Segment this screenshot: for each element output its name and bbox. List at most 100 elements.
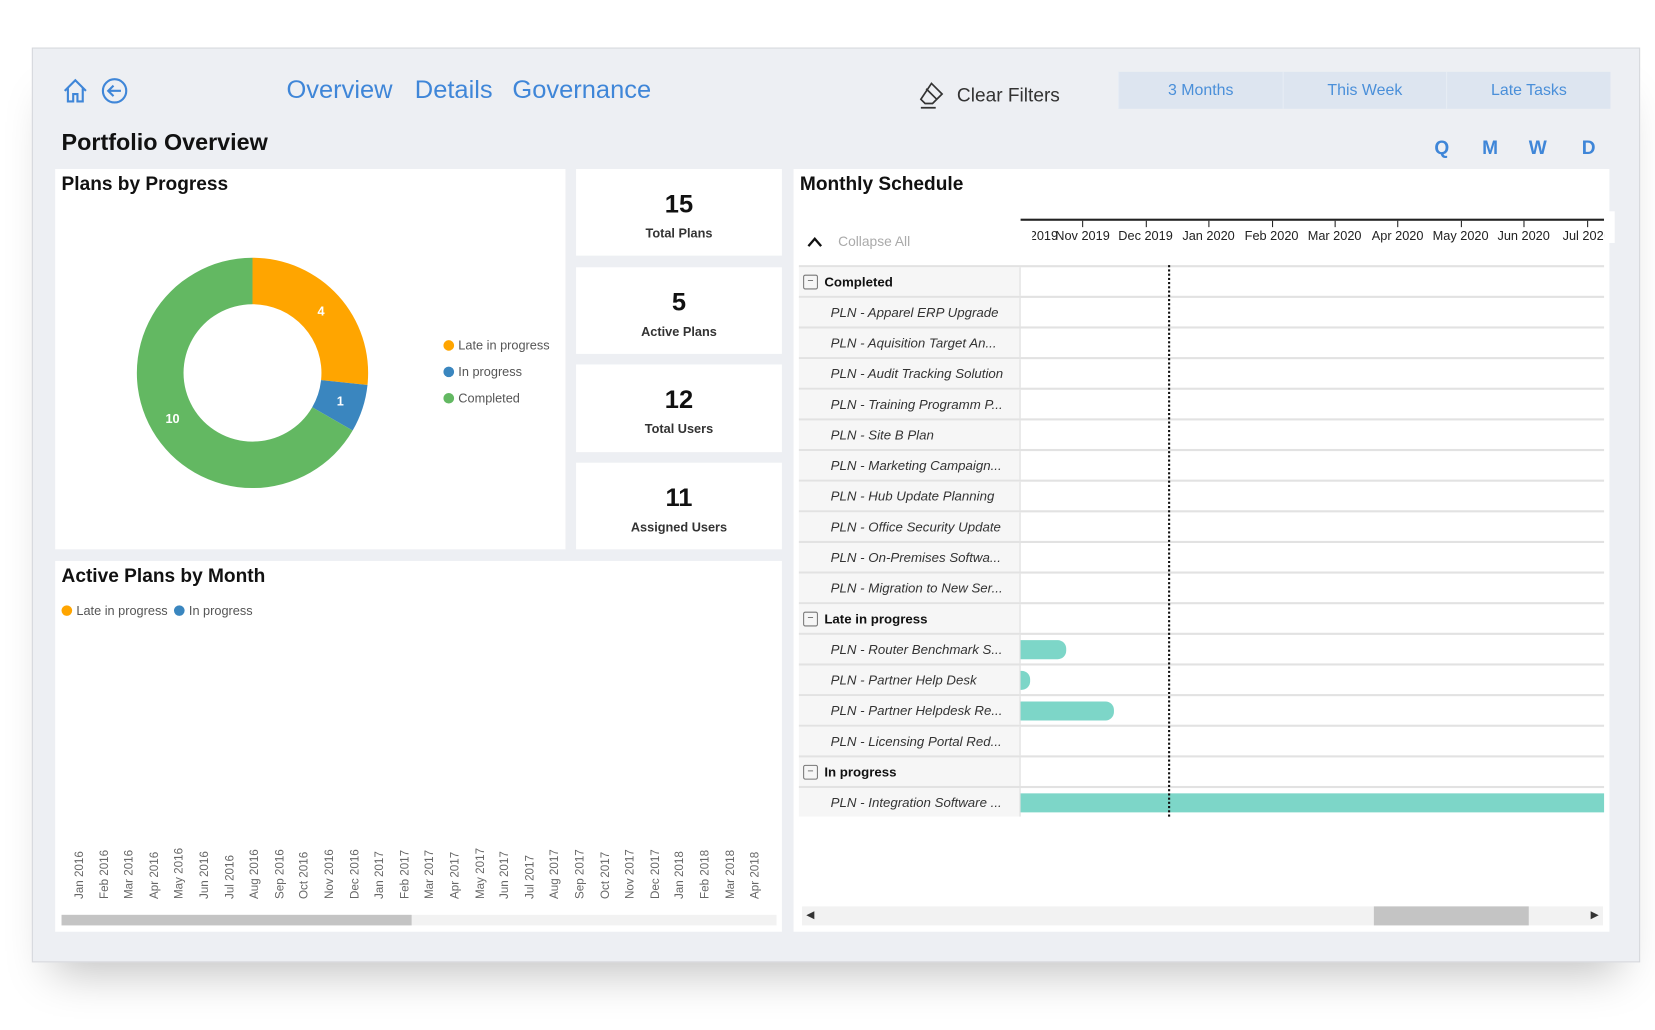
task-bar[interactable] xyxy=(1020,793,1605,813)
task-name[interactable]: PLN - Aquisition Target An... xyxy=(798,328,1021,358)
nav-overview[interactable]: Overview xyxy=(286,76,392,106)
month-tick-label: Mar 2018 xyxy=(724,849,737,899)
kpi-total-users: 12 Total Users xyxy=(576,364,782,453)
gantt-task-row[interactable]: PLN - Licensing Portal Red... xyxy=(798,724,1605,756)
task-name[interactable]: PLN - Partner Help Desk xyxy=(798,665,1021,695)
gantt-group-row: − Completed xyxy=(798,265,1605,296)
gantt-task-row[interactable]: PLN - Partner Help Desk xyxy=(798,663,1605,695)
gantt-group-row: − Late in progress xyxy=(798,602,1605,633)
task-name[interactable]: PLN - Site B Plan xyxy=(798,420,1021,449)
task-bar[interactable] xyxy=(1020,670,1030,690)
month-tick-label: Aug 2017 xyxy=(548,849,562,899)
collapse-group-icon[interactable]: − xyxy=(803,274,818,289)
clear-filters-label: Clear Filters xyxy=(956,83,1060,106)
month-tick-label: Sep 2017 xyxy=(573,849,587,899)
gantt-task-row[interactable]: PLN - On-Premises Softwa... xyxy=(798,540,1605,572)
kpi-active-plans: 5 Active Plans xyxy=(576,267,782,354)
gantt-task-row[interactable]: PLN - Integration Software ... xyxy=(798,785,1605,817)
zoom-week[interactable]: W xyxy=(1529,137,1547,159)
task-name[interactable]: PLN - Marketing Campaign... xyxy=(798,451,1021,480)
month-tick-label: Apr 2017 xyxy=(448,851,462,899)
group-label[interactable]: − Completed xyxy=(798,267,1021,296)
filter-late-tasks[interactable]: Late Tasks xyxy=(1446,71,1610,109)
month-tick-label: Nov 2017 xyxy=(624,849,637,899)
task-name[interactable]: PLN - Integration Software ... xyxy=(798,788,1021,817)
month-tick-label: Jan 2017 xyxy=(373,851,387,899)
task-name[interactable]: PLN - On-Premises Softwa... xyxy=(798,542,1021,572)
chevron-up-icon xyxy=(807,236,823,247)
gantt-task-row[interactable]: PLN - Apparel ERP Upgrade xyxy=(798,295,1605,327)
active-plans-by-month-panel: Active Plans by Month Late in progress I… xyxy=(55,560,782,932)
gantt-horizontal-scrollbar[interactable]: ◀ ▶ xyxy=(802,906,1604,926)
gantt-task-row[interactable]: PLN - Audit Tracking Solution xyxy=(798,357,1605,388)
task-name[interactable]: PLN - Audit Tracking Solution xyxy=(798,359,1021,388)
gantt-task-row[interactable]: PLN - Training Programm P... xyxy=(798,387,1605,419)
kpi-value: 12 xyxy=(664,385,694,415)
month-tick-label: Apr 2016 xyxy=(148,851,162,899)
month-tick-label: Mar 2016 xyxy=(123,849,136,899)
task-name[interactable]: PLN - Training Programm P... xyxy=(798,389,1021,419)
month-tick-label: Oct 2017 xyxy=(598,851,612,899)
gantt-task-row[interactable]: PLN - Partner Helpdesk Re... xyxy=(798,694,1605,725)
nav-details[interactable]: Details xyxy=(415,76,493,106)
task-name[interactable]: PLN - Partner Helpdesk Re... xyxy=(798,696,1021,725)
gantt-task-row[interactable]: PLN - Aquisition Target An... xyxy=(798,326,1605,358)
task-name[interactable]: PLN - Hub Update Planning xyxy=(798,481,1021,511)
month-tick-label: Jun 2017 xyxy=(498,851,512,899)
month-tick-label: Jan 2016 xyxy=(73,851,86,899)
quick-filter-group: 3 Months This Week Late Tasks xyxy=(1118,71,1611,109)
group-label[interactable]: − Late in progress xyxy=(798,604,1021,633)
kpi-value: 15 xyxy=(664,190,694,219)
legend-completed[interactable]: Completed xyxy=(443,391,549,406)
gantt-task-row[interactable]: PLN - Router Benchmark S... xyxy=(798,632,1605,664)
month-tick-label: Jan 2018 xyxy=(674,851,687,899)
filter-this-week[interactable]: This Week xyxy=(1282,71,1446,109)
task-name[interactable]: PLN - Apparel ERP Upgrade xyxy=(798,297,1021,327)
gantt-task-row[interactable]: PLN - Hub Update Planning xyxy=(798,479,1605,511)
kpi-value: 5 xyxy=(671,288,687,317)
month-tick-label: May 2017 xyxy=(473,847,487,899)
panel-title: Monthly Schedule xyxy=(799,173,964,195)
group-label[interactable]: − In progress xyxy=(798,757,1021,786)
kpi-label: Active Plans xyxy=(641,324,717,340)
zoom-quarter[interactable]: Q xyxy=(1434,137,1449,159)
today-marker xyxy=(1167,265,1171,817)
donut-slice-late-in-progress[interactable] xyxy=(252,257,369,385)
horizontal-scrollbar[interactable] xyxy=(61,914,777,926)
collapse-group-icon[interactable]: − xyxy=(803,611,818,626)
legend-in-progress[interactable]: In progress xyxy=(443,364,549,379)
scrollbar-thumb[interactable] xyxy=(61,914,412,926)
filter-3-months[interactable]: 3 Months xyxy=(1118,71,1282,109)
kpi-label: Total Plans xyxy=(645,226,713,241)
donut-data-label: 10 xyxy=(165,412,179,426)
donut-legend: Late in progress In progress Completed xyxy=(443,338,550,406)
task-name[interactable]: PLN - Office Security Update xyxy=(798,512,1021,541)
legend-late-in-progress[interactable]: Late in progress xyxy=(443,338,550,353)
month-tick-label: Jul 2016 xyxy=(223,855,237,899)
kpi-label: Total Users xyxy=(644,421,714,437)
month-tick-label: Aug 2016 xyxy=(248,849,262,899)
scroll-left-arrow-icon[interactable]: ◀ xyxy=(806,910,814,922)
zoom-day[interactable]: D xyxy=(1582,137,1596,159)
gantt-task-row[interactable]: PLN - Site B Plan xyxy=(798,418,1605,449)
scrollbar-thumb[interactable] xyxy=(1373,906,1529,926)
zoom-month[interactable]: M xyxy=(1482,137,1498,159)
nav-governance[interactable]: Governance xyxy=(512,76,651,106)
clear-filters-button[interactable]: Clear Filters xyxy=(917,80,1060,110)
gantt-task-row[interactable]: PLN - Migration to New Ser... xyxy=(798,571,1605,603)
task-name[interactable]: PLN - Licensing Portal Red... xyxy=(798,726,1021,756)
gantt-task-row[interactable]: PLN - Marketing Campaign... xyxy=(798,448,1605,480)
month-tick-label: Feb 2017 xyxy=(398,849,412,899)
kpi-label: Assigned Users xyxy=(630,519,728,535)
collapse-all-button[interactable]: Collapse All xyxy=(806,233,910,249)
collapse-group-icon[interactable]: − xyxy=(803,764,818,780)
home-icon[interactable] xyxy=(62,77,90,104)
scroll-right-arrow-icon[interactable]: ▶ xyxy=(1591,910,1599,922)
gantt-task-row[interactable]: PLN - Office Security Update xyxy=(798,510,1605,541)
task-bar[interactable] xyxy=(1020,640,1067,660)
month-tick-label: Mar 2017 xyxy=(423,849,437,899)
task-name[interactable]: PLN - Migration to New Ser... xyxy=(798,573,1021,603)
task-name[interactable]: PLN - Router Benchmark S... xyxy=(798,634,1021,664)
arrow-left-circle-icon[interactable] xyxy=(101,77,129,104)
task-bar[interactable] xyxy=(1020,701,1115,721)
